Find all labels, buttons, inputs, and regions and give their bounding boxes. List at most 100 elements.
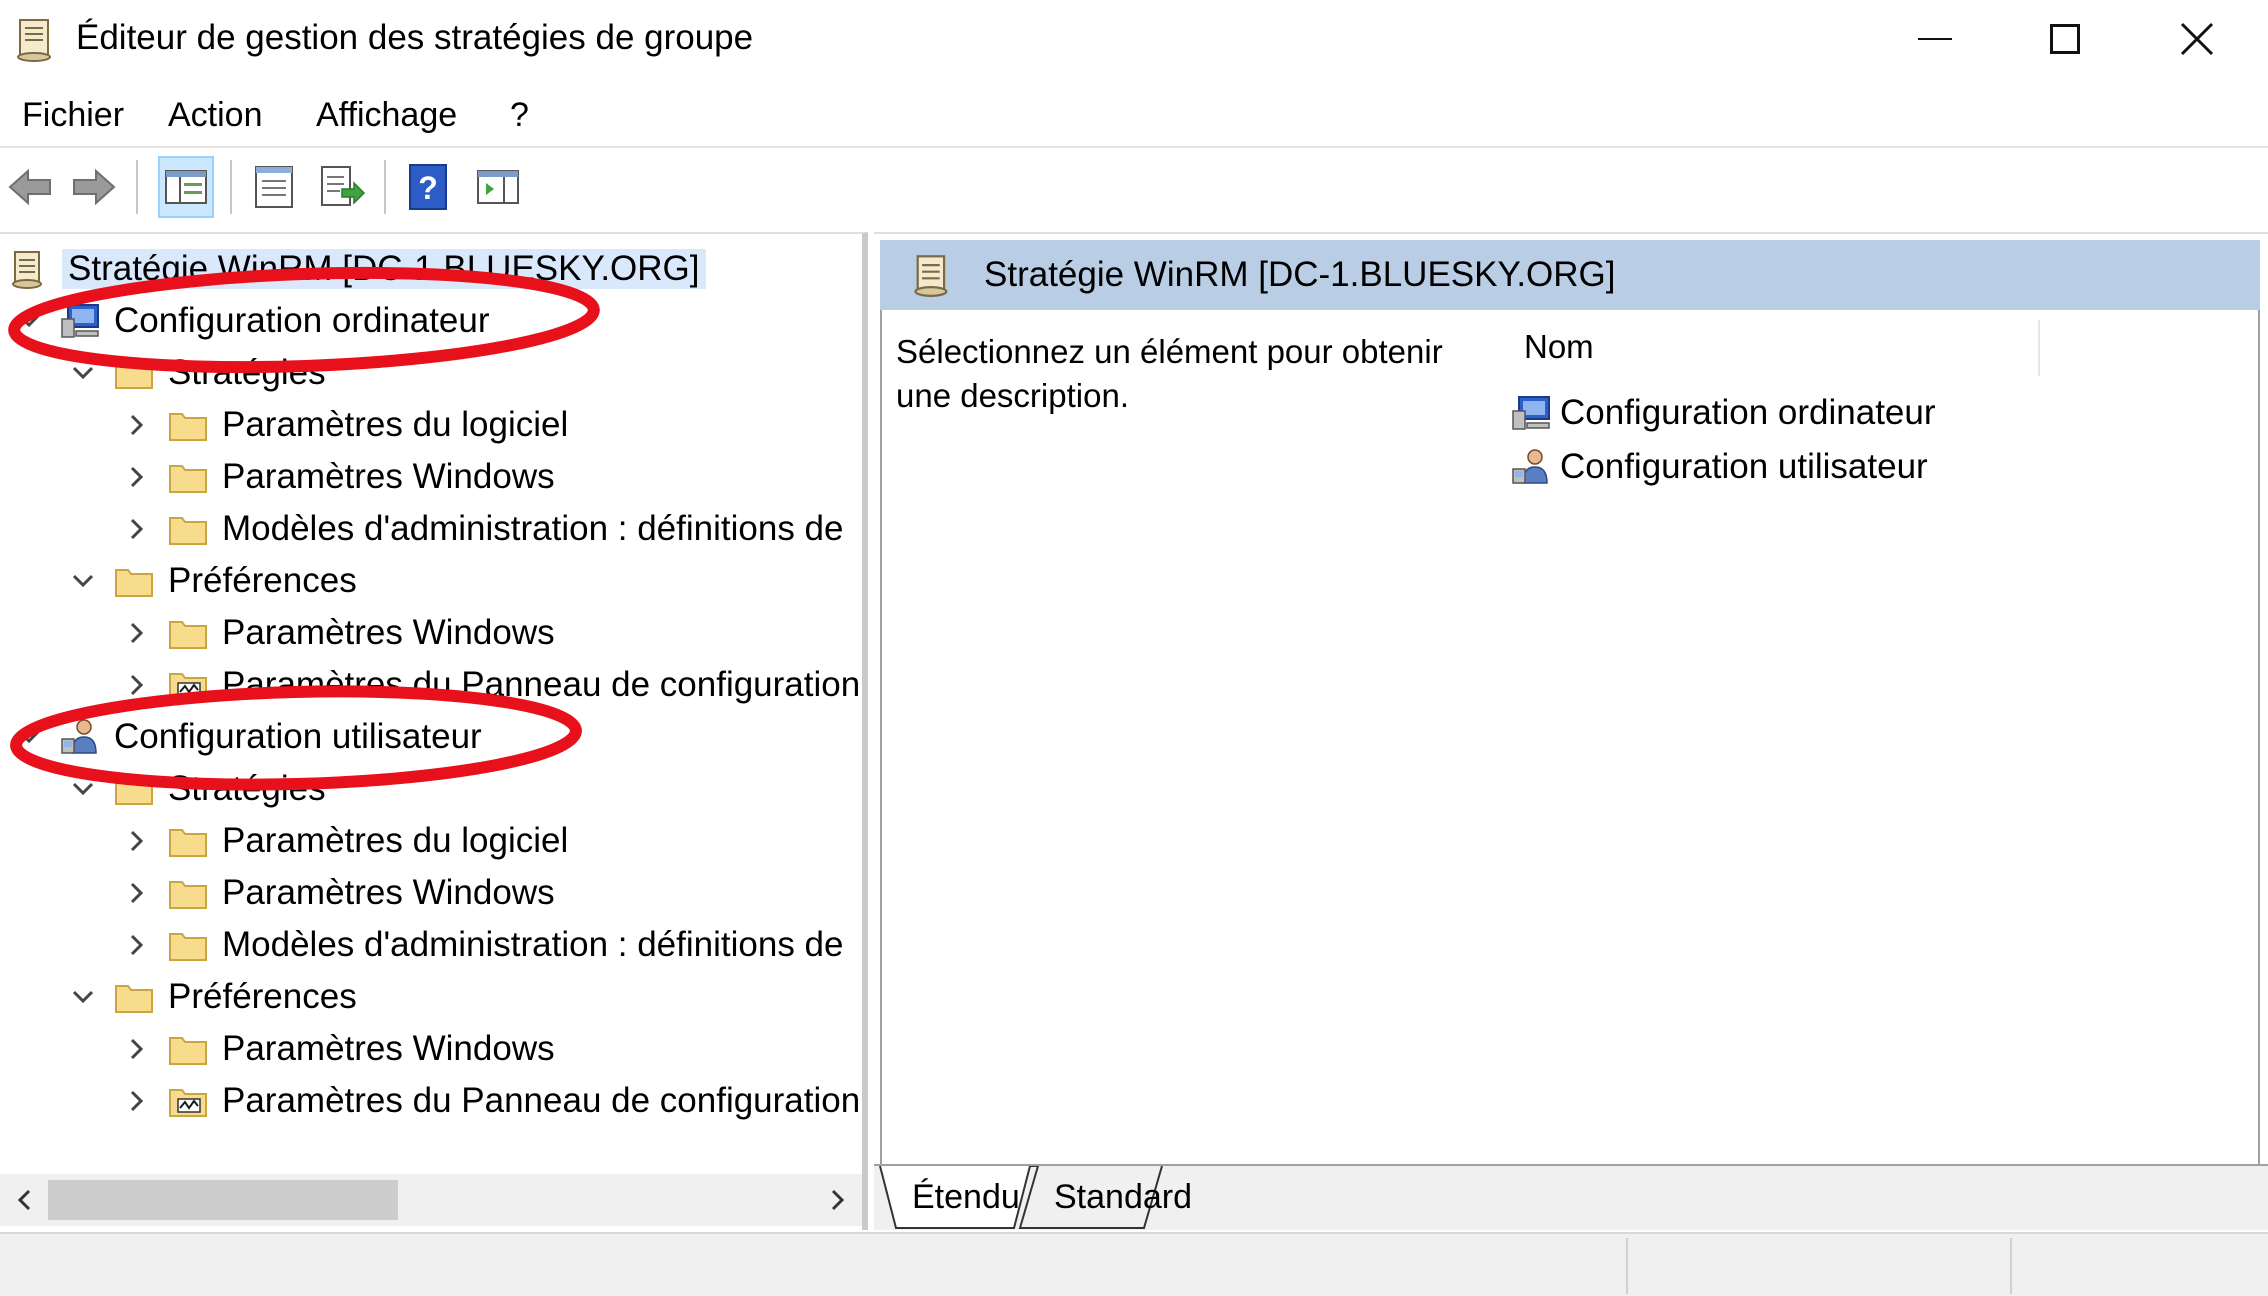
minimize-button[interactable]: [1870, 0, 2000, 78]
tree-label: Préférences: [168, 977, 357, 1016]
tree-item-computer-preferences[interactable]: Préférences: [68, 556, 357, 606]
scroll-right-icon[interactable]: [818, 1180, 858, 1220]
tree-label: Préférences: [168, 561, 357, 600]
back-arrow-icon[interactable]: [2, 156, 58, 218]
tree-item[interactable]: Modèles d'administration : définitions d…: [122, 504, 843, 554]
menu-action[interactable]: Action: [168, 96, 263, 135]
menu-help[interactable]: ?: [510, 96, 529, 135]
list-item-label: Configuration ordinateur: [1560, 393, 1936, 432]
chevron-right-icon[interactable]: [122, 930, 152, 960]
menu-fichier[interactable]: Fichier: [22, 96, 124, 135]
folder-icon: [166, 457, 210, 497]
chevron-down-icon[interactable]: [68, 774, 98, 804]
tree-label: Paramètres Windows: [222, 1029, 555, 1068]
gpo-scroll-icon: [14, 16, 56, 62]
folder-icon: [166, 509, 210, 549]
tree-item-user-preferences[interactable]: Préférences: [68, 972, 357, 1022]
tree-label: Paramètres Windows: [222, 457, 555, 496]
tree-item[interactable]: Paramètres du logiciel: [122, 400, 568, 450]
gpo-scroll-icon: [6, 249, 50, 289]
control-panel-folder-icon: [166, 665, 210, 705]
folder-icon: [112, 977, 156, 1017]
window-title: Éditeur de gestion des stratégies de gro…: [76, 18, 754, 57]
tab-etendu[interactable]: Étendu: [896, 1166, 1036, 1228]
tree-label: Paramètres Windows: [222, 873, 555, 912]
show-hide-tree-icon[interactable]: [158, 156, 214, 218]
tree-label: Modèles d'administration : définitions d…: [222, 925, 844, 964]
column-header-nom[interactable]: Nom: [1512, 320, 2040, 376]
tree-item[interactable]: Paramètres du Panneau de configuration: [122, 660, 860, 710]
svg-text:?: ?: [418, 170, 438, 206]
chevron-down-icon[interactable]: [14, 306, 44, 336]
user-icon: [58, 717, 102, 757]
computer-icon: [58, 301, 102, 341]
folder-icon: [112, 769, 156, 809]
help-icon[interactable]: ?: [400, 156, 456, 218]
scrollbar-thumb[interactable]: [48, 1180, 398, 1220]
forward-arrow-icon[interactable]: [66, 156, 122, 218]
close-button[interactable]: [2132, 0, 2262, 78]
folder-icon: [112, 561, 156, 601]
tree-item[interactable]: Modèles d'administration : définitions d…: [122, 920, 843, 970]
properties-icon[interactable]: [246, 156, 302, 218]
tree-item-user-config[interactable]: Configuration utilisateur: [14, 712, 482, 762]
list-item-user-config[interactable]: Configuration utilisateur: [1508, 442, 1928, 492]
tree-item-computer-config[interactable]: Configuration ordinateur: [14, 296, 490, 346]
description-text: Sélectionnez un élément pour obtenir une…: [896, 333, 1443, 414]
tree-item[interactable]: Paramètres du logiciel: [122, 816, 568, 866]
tree-item[interactable]: Paramètres Windows: [122, 452, 555, 502]
details-header-title: Stratégie WinRM [DC-1.BLUESKY.ORG]: [984, 255, 1616, 294]
menu-affichage[interactable]: Affichage: [316, 96, 457, 135]
folder-icon: [166, 925, 210, 965]
chevron-right-icon[interactable]: [122, 410, 152, 440]
tree-label: Paramètres Windows: [222, 613, 555, 652]
chevron-down-icon[interactable]: [68, 566, 98, 596]
chevron-right-icon[interactable]: [122, 462, 152, 492]
horizontal-scrollbar[interactable]: [0, 1174, 862, 1226]
chevron-right-icon[interactable]: [122, 878, 152, 908]
chevron-right-icon[interactable]: [122, 618, 152, 648]
tree-item-user-policies[interactable]: Stratégies: [68, 764, 326, 814]
status-bar: [0, 1232, 2268, 1296]
action-pane-icon[interactable]: [470, 156, 526, 218]
tree-item[interactable]: Paramètres Windows: [122, 1024, 555, 1074]
chevron-down-icon[interactable]: [68, 358, 98, 388]
folder-icon: [166, 405, 210, 445]
tree-label: Paramètres du logiciel: [222, 821, 569, 860]
folder-icon: [166, 873, 210, 913]
folder-icon: [166, 613, 210, 653]
list-item-computer-config[interactable]: Configuration ordinateur: [1508, 388, 1936, 438]
chevron-right-icon[interactable]: [122, 1086, 152, 1116]
user-icon: [1508, 446, 1554, 488]
tree-pane: Stratégie WinRM [DC-1.BLUESKY.ORG] Confi…: [0, 232, 868, 1230]
tab-standard[interactable]: Standard: [1038, 1166, 1208, 1228]
tree-label: Stratégies: [168, 353, 326, 392]
folder-icon: [166, 821, 210, 861]
chevron-down-icon[interactable]: [14, 722, 44, 752]
tree-item-computer-policies[interactable]: Stratégies: [68, 348, 326, 398]
chevron-right-icon[interactable]: [122, 1034, 152, 1064]
folder-icon: [166, 1029, 210, 1069]
folder-icon: [112, 353, 156, 393]
chevron-down-icon[interactable]: [68, 982, 98, 1012]
tree-root[interactable]: Stratégie WinRM [DC-1.BLUESKY.ORG]: [6, 244, 706, 294]
chevron-right-icon[interactable]: [122, 514, 152, 544]
chevron-right-icon[interactable]: [122, 826, 152, 856]
tree-label: Paramètres du Panneau de configuration: [222, 665, 861, 704]
tree-label: Stratégies: [168, 769, 326, 808]
details-header: Stratégie WinRM [DC-1.BLUESKY.ORG]: [880, 240, 2260, 310]
tree-item[interactable]: Paramètres Windows: [122, 608, 555, 658]
tree-item[interactable]: Paramètres Windows: [122, 868, 555, 918]
tree-label: Configuration utilisateur: [114, 717, 482, 756]
tree-root-label: Stratégie WinRM [DC-1.BLUESKY.ORG]: [62, 249, 706, 289]
chevron-right-icon[interactable]: [122, 670, 152, 700]
tree-label: Modèles d'administration : définitions d…: [222, 509, 844, 548]
scroll-left-icon[interactable]: [4, 1180, 44, 1220]
maximize-button[interactable]: [2000, 0, 2130, 78]
control-panel-folder-icon: [166, 1081, 210, 1121]
tree-label: Paramètres du logiciel: [222, 405, 569, 444]
view-tabs: Étendu Standard: [874, 1164, 2268, 1230]
tree-label: Configuration ordinateur: [114, 301, 490, 340]
tree-item[interactable]: Paramètres du Panneau de configuration: [122, 1076, 860, 1126]
export-list-icon[interactable]: [314, 156, 370, 218]
